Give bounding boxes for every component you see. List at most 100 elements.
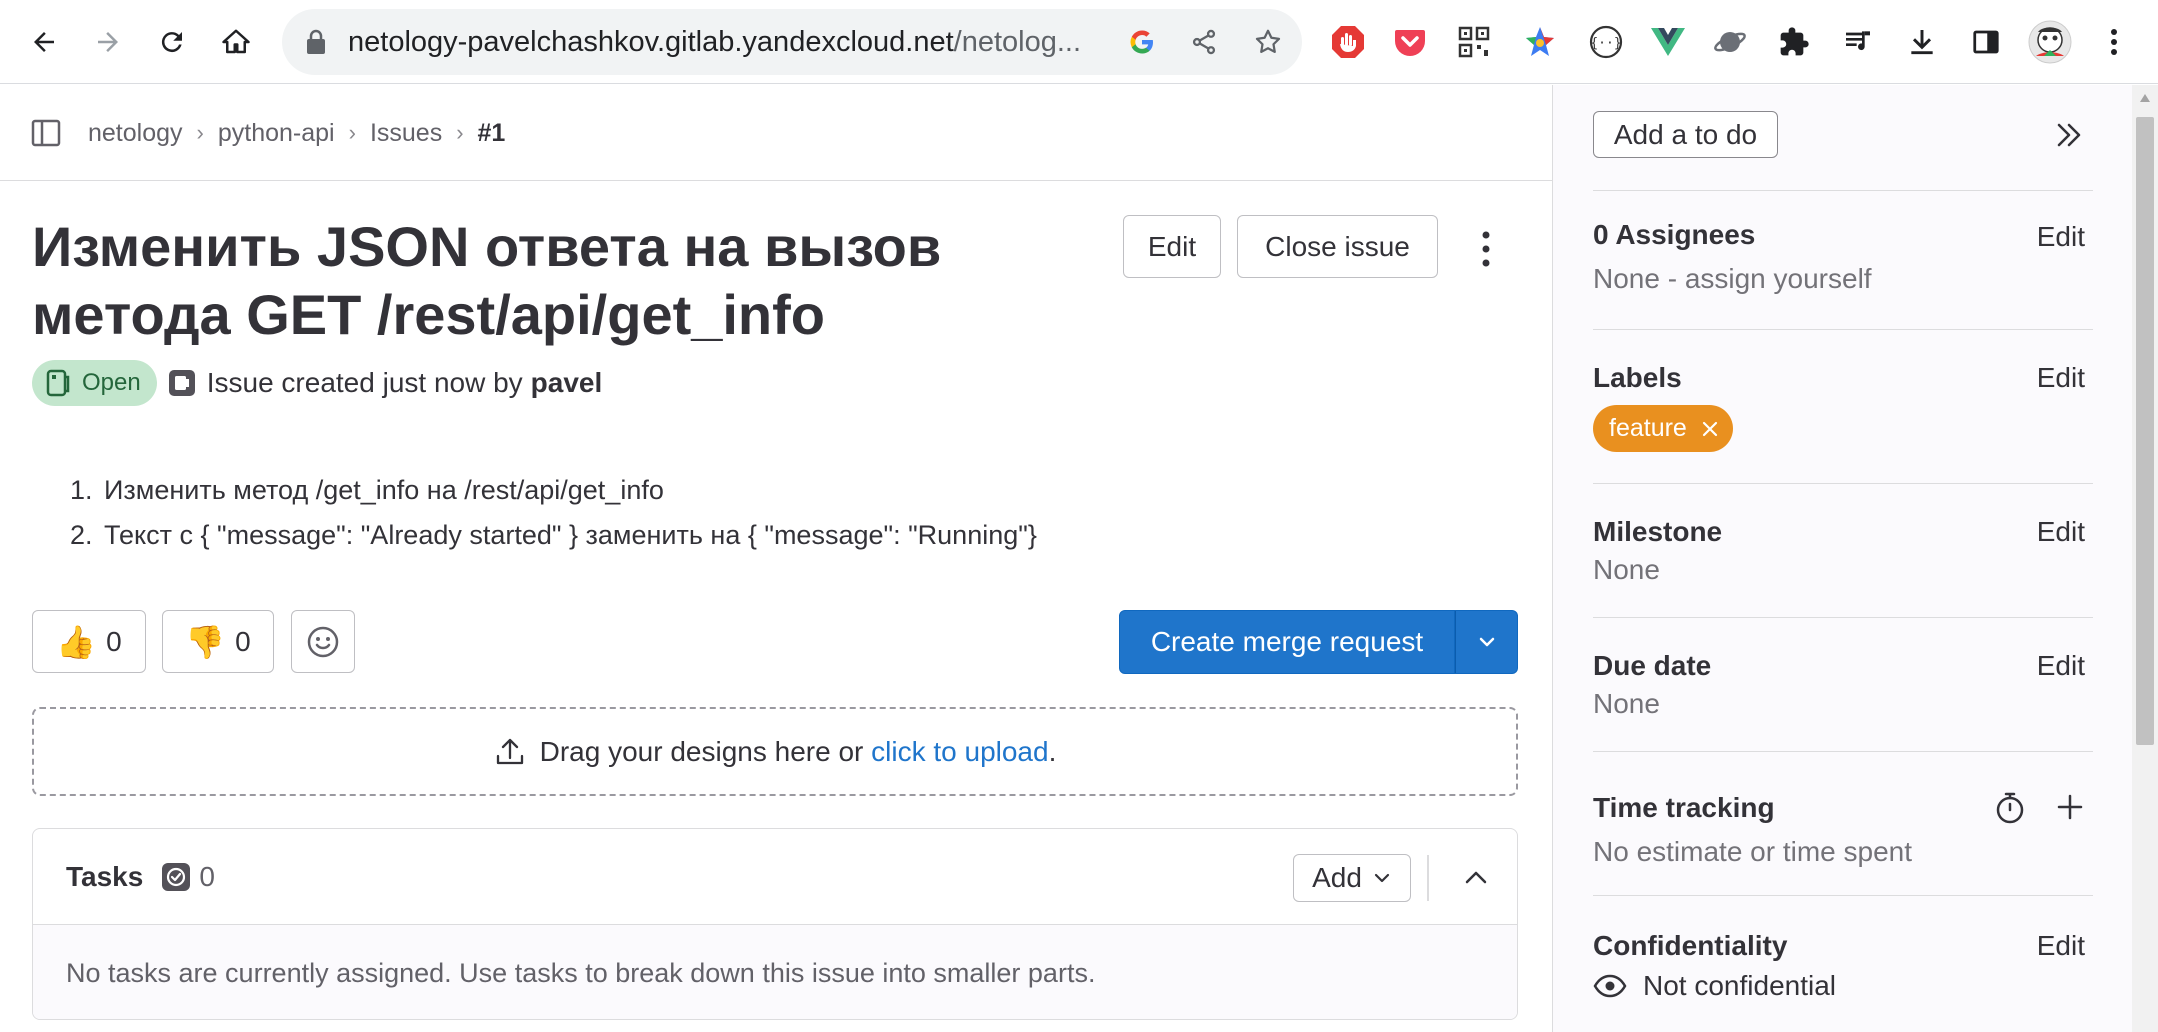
issue-open-icon xyxy=(46,369,70,397)
issue-sidebar: Add a to do 0 Assignees Edit None - assi… xyxy=(1552,85,2132,1032)
collapse-tasks-button[interactable] xyxy=(1453,855,1499,901)
breadcrumb-netology[interactable]: netology xyxy=(88,119,183,148)
list-text: Изменить метод /get_info на /rest/api/ge… xyxy=(104,475,664,505)
issue-status-row: Open Issue created just now by pavel xyxy=(32,359,602,407)
extensions-puzzle-icon[interactable] xyxy=(1772,20,1816,64)
add-todo-button[interactable]: Add a to do xyxy=(1593,111,1778,158)
milestone-edit-link[interactable]: Edit xyxy=(2037,516,2085,548)
url-text[interactable]: netology-pavelchashkov.gitlab.yandexclou… xyxy=(348,9,1118,75)
confidentiality-edit-link[interactable]: Edit xyxy=(2037,930,2085,962)
profile-avatar[interactable] xyxy=(2028,20,2072,64)
issue-type-icon xyxy=(168,370,195,396)
label-feature: feature xyxy=(1593,405,1733,452)
tasks-empty-text: No tasks are currently assigned. Use tas… xyxy=(33,925,1517,1019)
thumbs-down-icon: 👎 xyxy=(185,623,226,660)
status-badge: Open xyxy=(32,360,157,406)
thumbs-down-count: 0 xyxy=(235,625,251,657)
tasks-count: 0 xyxy=(199,861,215,892)
tasks-count-badge: 0 xyxy=(161,861,215,893)
edit-issue-button[interactable]: Edit xyxy=(1123,215,1221,278)
tasks-title: Tasks xyxy=(66,861,144,892)
breadcrumb-current-issue[interactable]: #1 xyxy=(478,119,506,148)
side-panel-icon[interactable] xyxy=(1964,20,2008,64)
pocket-extension-icon[interactable] xyxy=(1388,20,1432,64)
list-text: Текст с { "message": "Already started" }… xyxy=(104,520,1037,550)
status-label: Open xyxy=(82,369,141,396)
media-playlist-icon[interactable] xyxy=(1836,20,1880,64)
breadcrumb-bar: netology › python-api › Issues › #1 xyxy=(0,85,1552,181)
issue-author-link[interactable]: pavel xyxy=(531,367,603,399)
label-feature-text: feature xyxy=(1609,414,1687,442)
browser-toolbar: netology-pavelchashkov.gitlab.yandexclou… xyxy=(0,0,2158,84)
assign-yourself-link[interactable]: None - assign yourself xyxy=(1593,263,1872,295)
labels-label: Labels xyxy=(1593,362,1682,393)
address-bar[interactable]: netology-pavelchashkov.gitlab.yandexclou… xyxy=(282,9,1302,75)
url-host: netology-pavelchashkov.gitlab.yandexclou… xyxy=(348,26,954,58)
qr-code-extension-icon[interactable] xyxy=(1452,20,1496,64)
confidentiality-label: Confidentiality xyxy=(1593,930,1788,961)
smiley-icon xyxy=(307,626,339,657)
chevron-up-icon xyxy=(1465,871,1487,884)
issue-created-text: Issue created just now by xyxy=(206,367,523,398)
close-issue-button[interactable]: Close issue xyxy=(1237,215,1438,278)
json-viewer-extension-icon[interactable]: {··} xyxy=(1584,20,1628,64)
thumbs-up-button[interactable]: 👍 0 xyxy=(32,610,146,673)
url-path: /netolog... xyxy=(953,26,1082,58)
browser-menu-icon[interactable] xyxy=(2092,20,2136,64)
description-item: 1. Изменить метод /get_info на /rest/api/… xyxy=(70,468,1037,513)
eye-icon xyxy=(1593,974,1627,998)
tasks-widget: Tasks 0 Add No tasks are currently assig… xyxy=(32,828,1518,1020)
add-task-label: Add xyxy=(1312,862,1362,893)
share-icon[interactable] xyxy=(1184,22,1224,62)
merge-request-options-dropdown[interactable] xyxy=(1455,610,1518,674)
breadcrumb-issues[interactable]: Issues xyxy=(370,119,442,148)
planet-extension-icon[interactable] xyxy=(1708,20,1752,64)
upload-text: Drag your designs here or xyxy=(539,735,864,767)
design-upload-dropzone[interactable]: Drag your designs here or click to uploa… xyxy=(32,707,1518,796)
thumbs-up-icon: 👍 xyxy=(56,623,97,660)
labels-edit-link[interactable]: Edit xyxy=(2037,362,2085,394)
more-actions-icon[interactable] xyxy=(1468,225,1504,273)
back-icon[interactable] xyxy=(16,14,72,70)
forward-icon[interactable] xyxy=(80,14,136,70)
page-scrollbar[interactable] xyxy=(2132,85,2158,1032)
issue-main: netology › python-api › Issues › #1 Изме… xyxy=(0,85,1552,1032)
download-icon[interactable] xyxy=(1900,20,1944,64)
adblock-extension-icon[interactable] xyxy=(1326,20,1370,64)
list-number: 1. xyxy=(70,475,93,505)
scroll-up-icon[interactable] xyxy=(2139,93,2151,103)
colorful-star-extension-icon[interactable] xyxy=(1518,20,1562,64)
create-merge-request-button[interactable]: Create merge request xyxy=(1119,610,1455,674)
tasks-divider xyxy=(1427,855,1429,901)
sidebar-toggle-icon[interactable] xyxy=(30,117,62,149)
due-date-section: Due date Edit None xyxy=(1593,617,2093,751)
reload-icon[interactable] xyxy=(144,14,200,70)
milestone-section: Milestone Edit None xyxy=(1593,483,2093,617)
remove-label-icon[interactable] xyxy=(1701,420,1719,438)
description-item: 2. Текст с { "message": "Already started"… xyxy=(70,513,1037,558)
add-time-icon[interactable] xyxy=(2055,792,2085,822)
stopwatch-icon[interactable] xyxy=(1993,790,2027,826)
scrollbar-thumb[interactable] xyxy=(2136,117,2154,745)
svg-text:{··}: {··} xyxy=(1590,36,1621,51)
add-reaction-button[interactable] xyxy=(291,610,355,673)
collapse-sidebar-icon[interactable] xyxy=(2053,119,2085,151)
home-icon[interactable] xyxy=(208,14,264,70)
breadcrumb-separator-icon: › xyxy=(348,120,356,145)
bookmark-star-icon[interactable] xyxy=(1248,22,1288,62)
assignees-edit-link[interactable]: Edit xyxy=(2037,221,2085,253)
milestone-label: Milestone xyxy=(1593,516,1723,547)
confidentiality-section: Confidentiality Edit Not confidential xyxy=(1593,895,2093,1032)
time-tracking-section: Time tracking No estimate or time spent xyxy=(1593,751,2093,895)
thumbs-down-button[interactable]: 👎 0 xyxy=(162,610,274,673)
breadcrumb-python-api[interactable]: python-api xyxy=(218,119,335,148)
time-tracking-label: Time tracking xyxy=(1593,792,1775,823)
add-task-button[interactable]: Add xyxy=(1293,854,1411,902)
tasks-header: Tasks 0 Add xyxy=(33,829,1517,925)
due-date-edit-link[interactable]: Edit xyxy=(2037,650,2085,682)
google-lens-icon[interactable] xyxy=(1122,22,1162,62)
list-number: 2. xyxy=(70,520,93,550)
upload-link[interactable]: click to upload xyxy=(871,736,1048,768)
breadcrumb-separator-icon: › xyxy=(456,120,464,145)
vue-devtools-extension-icon[interactable] xyxy=(1646,20,1690,64)
